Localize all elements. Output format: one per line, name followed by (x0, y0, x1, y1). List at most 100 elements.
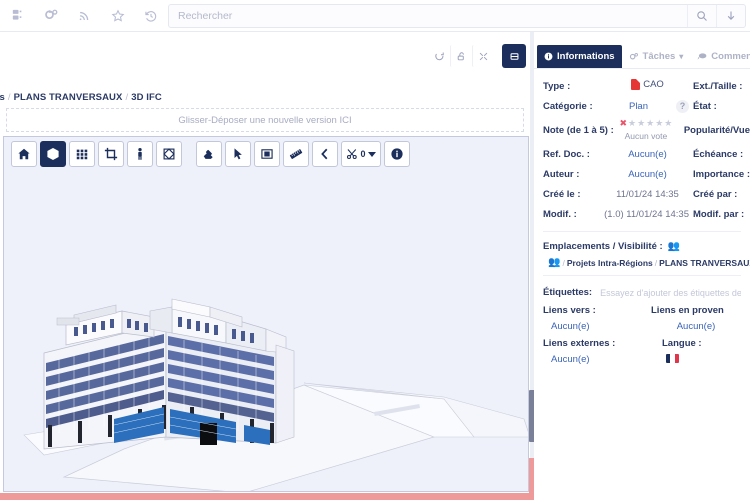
liens-externes-value[interactable]: Aucun(e) (534, 349, 642, 365)
section-cut-button[interactable]: 0 (341, 141, 381, 167)
etat-label: État : (693, 100, 717, 112)
etiquettes-label: Étiquettes: (543, 287, 593, 298)
etiquettes-input[interactable]: Essayez d'ajouter des étiquettes depuis (600, 288, 741, 298)
rating-widget[interactable]: ✖ ★ ★ ★ ★ ★ Aucun vote (612, 119, 680, 142)
star-1-icon[interactable]: ★ (628, 119, 636, 128)
search-bar[interactable] (168, 4, 746, 28)
cree-le-value: 11/01/24 14:35 (616, 188, 679, 200)
modif-value: (1.0) 11/01/24 14:35 (604, 208, 689, 220)
tab-taches[interactable]: Tâches ▾ (622, 45, 691, 68)
info-circle-icon (544, 52, 553, 61)
auteur-value[interactable]: Aucun(e) (606, 169, 689, 180)
breadcrumb-item-1[interactable]: PLANS TRANVERSAUX (14, 92, 123, 103)
cad-file-icon (631, 79, 641, 90)
breadcrumb-item-0[interactable]: ...ra-Régions (0, 92, 5, 103)
top-icon-group (0, 1, 167, 31)
tab-informations[interactable]: Informations (537, 45, 622, 68)
field-row-cree-le: Créé le : 11/01/24 14:35 Créé par : (534, 184, 750, 204)
info-button[interactable] (384, 141, 410, 167)
emplacements-path: 👥 / Projets Intra-Régions / PLANS TRANVE… (534, 252, 750, 269)
3d-viewer[interactable]: 0 Right Front (3, 136, 529, 492)
categorie-label: Catégorie : (543, 100, 593, 112)
chevron-down-icon[interactable]: ▾ (679, 52, 683, 61)
crop-button[interactable] (98, 141, 124, 167)
refdoc-value[interactable]: Aucun(e) (606, 149, 689, 160)
measure-button[interactable] (283, 141, 309, 167)
group-icon[interactable]: 👥 (548, 258, 560, 268)
model-3d-button[interactable] (40, 141, 66, 167)
top-bar (0, 0, 750, 32)
tab-commentaires[interactable]: Commentai (690, 45, 750, 68)
no-vote-label: Aucun vote (624, 131, 668, 141)
tabs-divider (534, 68, 750, 69)
star-icon[interactable] (101, 1, 134, 31)
popularite-label: Popularité/Vue (683, 124, 750, 136)
home-view-button[interactable] (11, 141, 37, 167)
path-separator: / (654, 258, 658, 268)
section-divider (543, 275, 741, 276)
field-row-emplacements: Emplacements / Visibilité : 👥 (534, 239, 750, 252)
field-row-liens-externes: Liens externes : Aucun(e) Langue : (534, 335, 750, 371)
section-divider (543, 231, 741, 232)
field-row-liens: Liens vers : Aucun(e) Liens en proven Au… (534, 302, 750, 335)
refdoc-label: Ref. Doc. : (543, 148, 590, 160)
tab-taches-label: Tâches (642, 51, 676, 62)
frame-select-button[interactable] (254, 141, 280, 167)
search-input[interactable] (169, 5, 687, 27)
building-model (23, 298, 528, 491)
field-row-etiquettes: Étiquettes: Essayez d'ajouter des étique… (534, 283, 750, 302)
grid-button[interactable] (69, 141, 95, 167)
liens-provenance-label: Liens en proven (651, 305, 724, 316)
flag-fr-icon (666, 354, 679, 363)
star-4-icon[interactable]: ★ (655, 119, 663, 128)
fullscreen-icon[interactable] (472, 45, 494, 67)
field-row-categorie: Catégorie : Plan ? État : (534, 96, 750, 116)
chevron-down-icon[interactable] (367, 151, 376, 157)
path-separator: / (562, 258, 565, 268)
dropzone-label: Glisser-Déposer une nouvelle version ICI (178, 114, 352, 126)
breadcrumb-item-2[interactable]: 3D IFC (131, 92, 162, 103)
previous-button[interactable] (312, 141, 338, 167)
path-item-1[interactable]: PLANS TRANVERSAUX (659, 258, 750, 268)
rss-icon[interactable] (68, 1, 101, 31)
gears-icon[interactable] (35, 1, 68, 31)
star-3-icon[interactable]: ★ (646, 119, 654, 128)
field-row-modif: Modif. : (1.0) 11/01/24 14:35 Modif. par… (534, 204, 750, 224)
unlock-icon[interactable] (450, 45, 472, 67)
breadcrumb-separator: / (7, 92, 11, 103)
eraser-button[interactable] (196, 141, 222, 167)
panel-toggle-button[interactable] (502, 44, 526, 68)
tab-commentaires-label: Commentai (711, 51, 750, 62)
select-button[interactable] (225, 141, 251, 167)
liens-provenance-value[interactable]: Aucun(e) (642, 316, 750, 332)
ext-size-label: Ext./Taille : (693, 80, 743, 92)
field-row-type: Type : CAO Ext./Taille : (534, 76, 750, 96)
dropzone[interactable]: Glisser-Déposer une nouvelle version ICI (6, 108, 524, 132)
type-value: CAO (606, 79, 689, 93)
path-item-0[interactable]: Projets Intra-Régions (567, 258, 653, 268)
viewer-toolbar: 0 (11, 141, 410, 167)
refresh-icon[interactable] (428, 45, 450, 67)
panel-tabs: Informations Tâches ▾ Commentai (537, 45, 750, 68)
search-icon[interactable] (687, 5, 716, 27)
rating-stars[interactable]: ✖ ★ ★ ★ ★ ★ (619, 119, 672, 128)
star-5-icon[interactable]: ★ (664, 119, 672, 128)
person-scale-button[interactable] (127, 141, 153, 167)
modif-par-label: Modif. par : (693, 208, 745, 220)
field-row-refdoc: Ref. Doc. : Aucun(e) Échéance : (534, 144, 750, 164)
group-icon[interactable]: 👥 (668, 241, 680, 252)
field-row-auteur: Auteur : Aucun(e) Importance : (534, 164, 750, 184)
explode-button[interactable] (156, 141, 182, 167)
comment-icon (697, 53, 707, 60)
server-icon[interactable] (2, 1, 35, 31)
history-icon[interactable] (134, 1, 167, 31)
document-toolbar (0, 44, 530, 72)
help-icon[interactable]: ? (676, 99, 689, 113)
type-value-text: CAO (643, 79, 664, 90)
gears-icon (629, 52, 638, 59)
categorie-value[interactable]: Plan (606, 101, 671, 112)
liens-vers-value[interactable]: Aucun(e) (534, 316, 642, 332)
download-icon[interactable] (716, 5, 745, 27)
star-reset-icon[interactable]: ✖ (619, 119, 627, 128)
star-2-icon[interactable]: ★ (637, 119, 645, 128)
